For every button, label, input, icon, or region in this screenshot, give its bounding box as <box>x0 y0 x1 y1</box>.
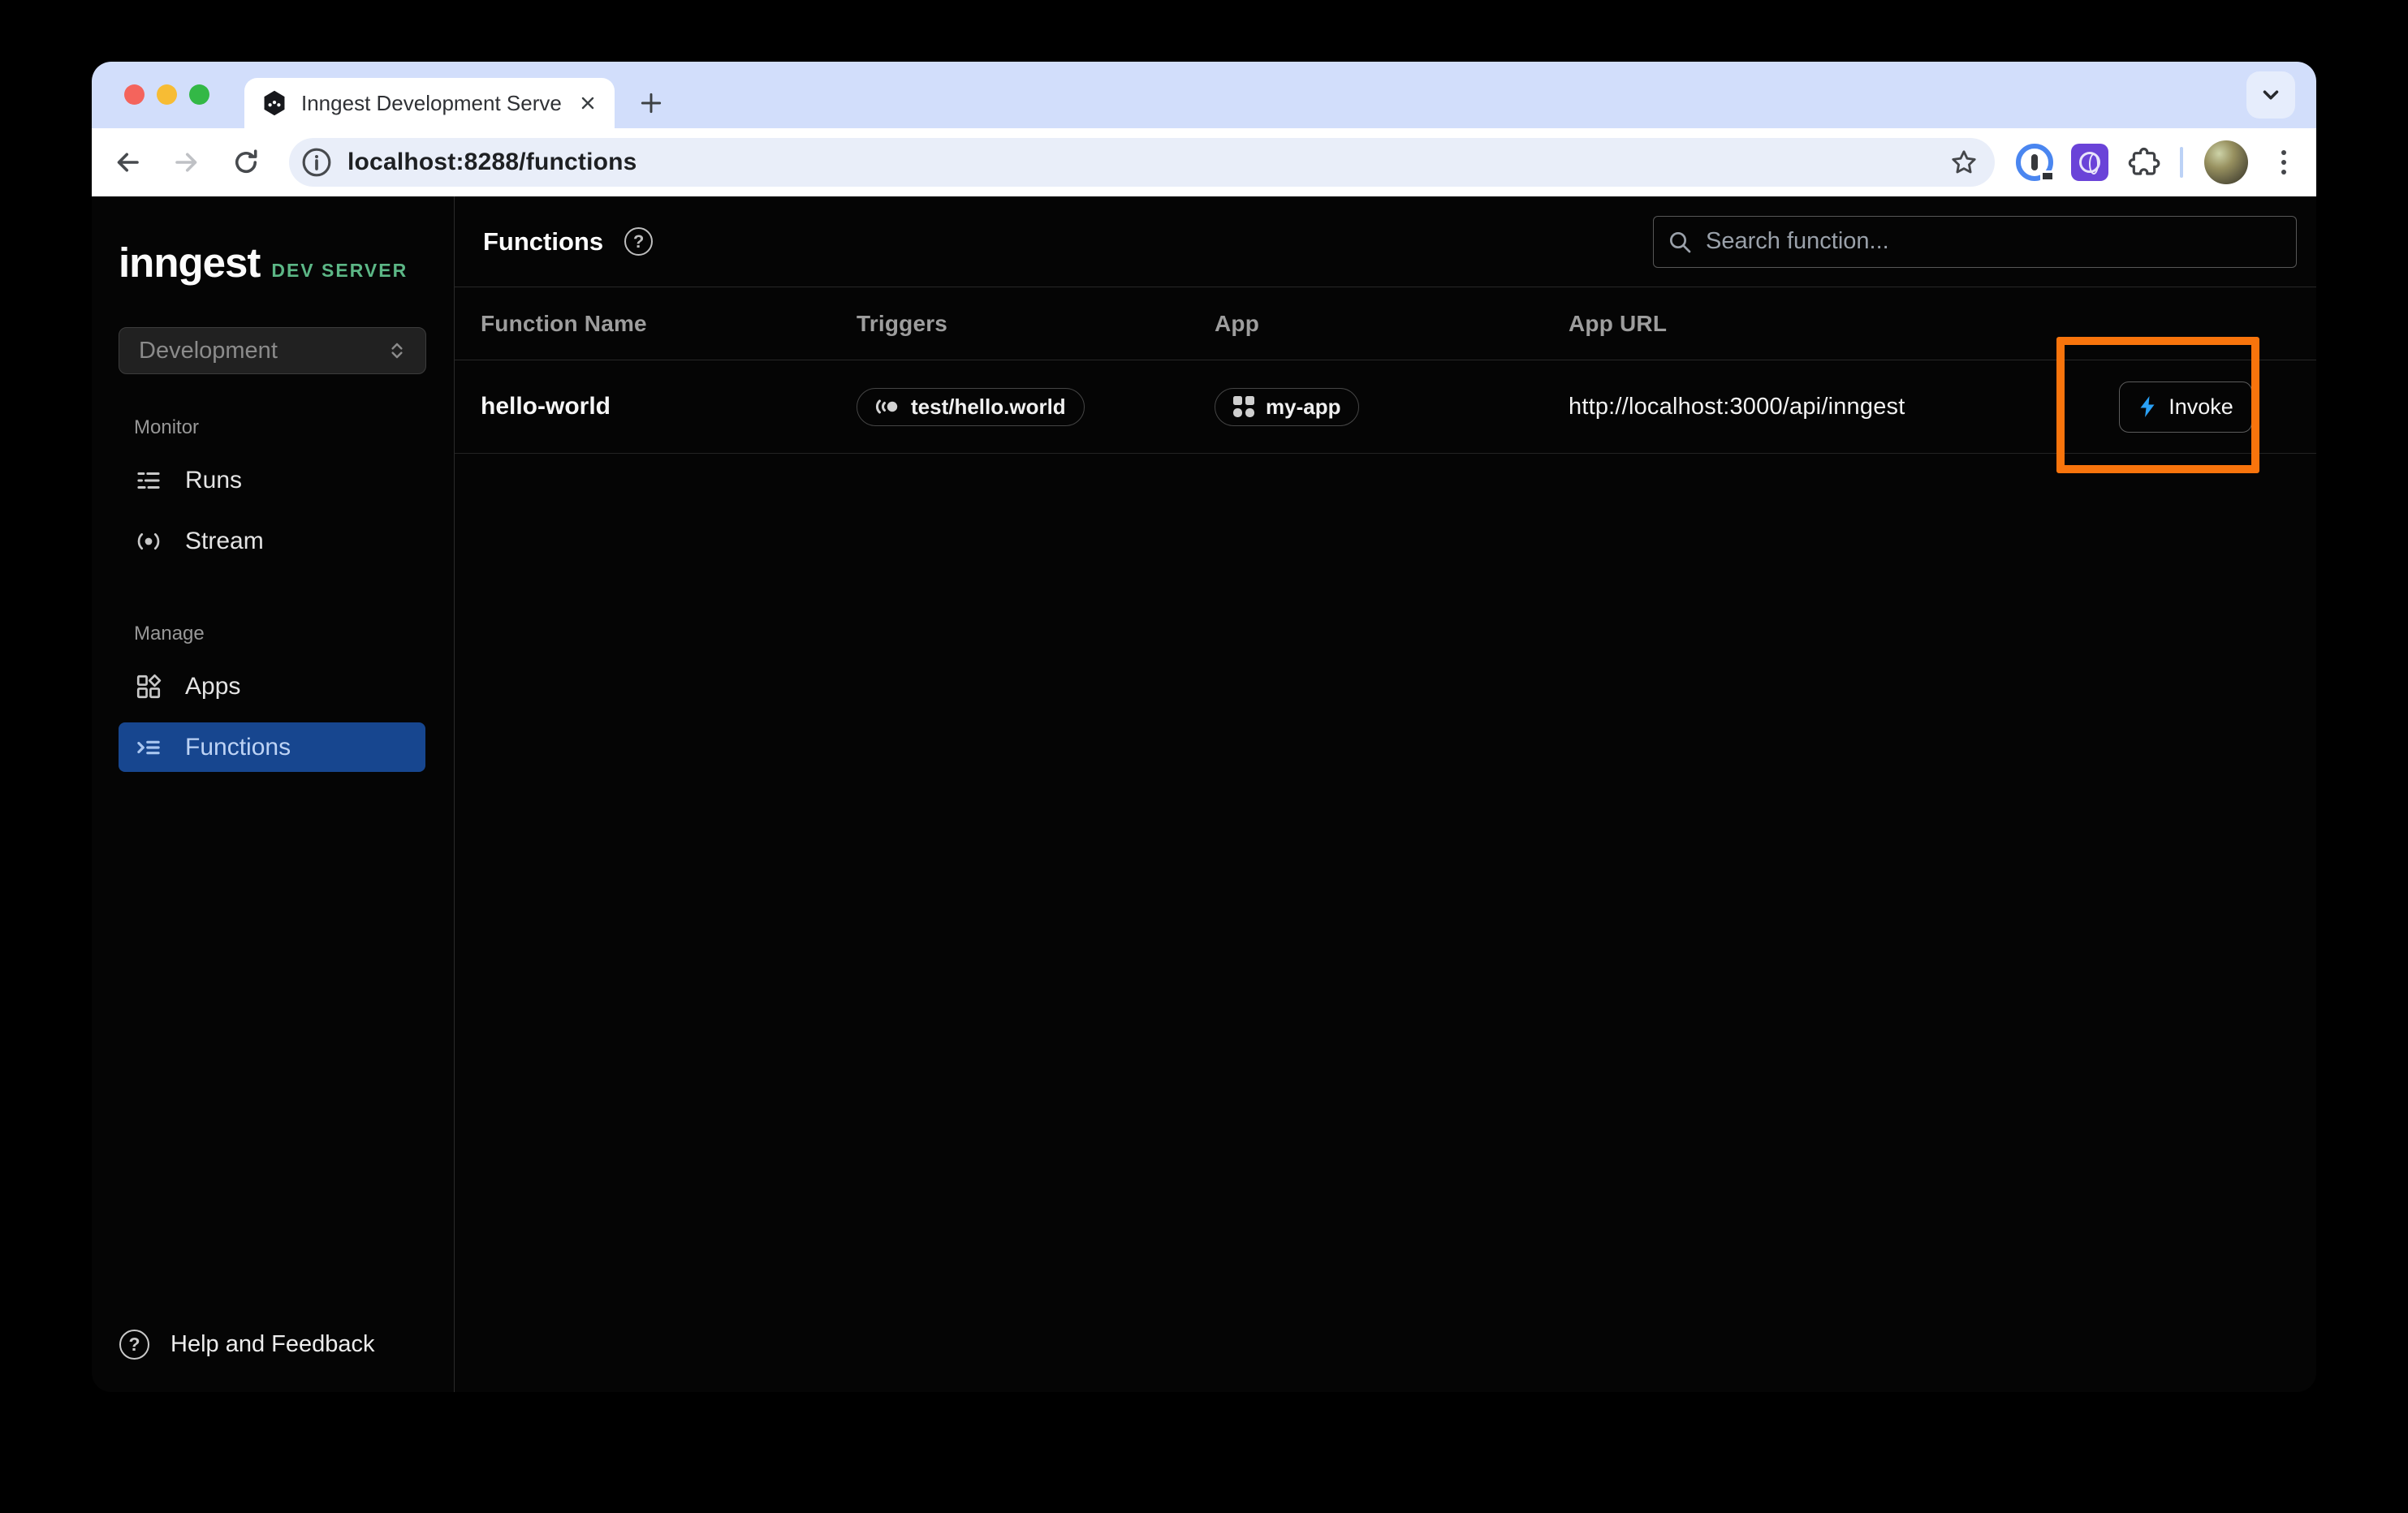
forward-button[interactable] <box>170 146 203 179</box>
lightning-bolt-icon <box>2138 395 2157 418</box>
chevron-updown-icon <box>385 338 409 363</box>
question-icon: ? <box>624 227 653 256</box>
invoke-button[interactable]: Invoke <box>2119 381 2252 433</box>
trigger-name: test/hello.world <box>911 394 1066 420</box>
tab-search-chevron-button[interactable] <box>2246 71 2295 119</box>
purple-extension-icon[interactable] <box>2071 144 2108 181</box>
back-button[interactable] <box>111 146 144 179</box>
table-row[interactable]: hello-world test/hello.world my-app <box>455 360 2316 454</box>
functions-icon <box>135 734 162 761</box>
app-url-cell: http://localhost:3000/api/inngest <box>1543 394 2093 420</box>
minimize-window-button[interactable] <box>157 84 177 105</box>
sidebar-item-apps[interactable]: Apps <box>119 662 425 711</box>
page-title: Functions <box>483 227 603 256</box>
table-header-row: Function Name Triggers App App URL <box>455 287 2316 360</box>
sidebar-item-label: Functions <box>185 734 291 761</box>
main-header: Functions ? <box>455 196 2316 287</box>
page-help-button[interactable]: ? <box>624 227 653 256</box>
sidebar-item-stream[interactable]: Stream <box>119 516 425 566</box>
help-icon: ? <box>119 1330 149 1360</box>
password-manager-extension-icon[interactable] <box>2016 144 2053 181</box>
sidebar-item-functions[interactable]: Functions <box>119 722 425 772</box>
tab-strip: Inngest Development Server <box>92 62 2316 128</box>
url-text[interactable]: localhost:8288/functions <box>347 149 1949 176</box>
app-content: inngest DEV SERVER Development Monitor R… <box>92 196 2316 1392</box>
trigger-badge: test/hello.world <box>857 388 1085 426</box>
window-controls <box>124 84 209 105</box>
column-triggers: Triggers <box>831 311 1189 337</box>
extensions-puzzle-icon[interactable] <box>2128 146 2160 179</box>
actions-cell: Invoke <box>2093 381 2316 433</box>
reload-button[interactable] <box>230 146 262 179</box>
section-label-monitor: Monitor <box>134 416 454 439</box>
app-name: my-app <box>1266 394 1340 420</box>
column-function-name: Function Name <box>455 311 831 337</box>
app-grid-icon <box>1233 396 1254 417</box>
tab-title: Inngest Development Server <box>301 91 563 116</box>
inngest-favicon-icon <box>261 89 288 117</box>
new-tab-button[interactable] <box>634 86 668 120</box>
help-and-feedback[interactable]: ? Help and Feedback <box>92 1330 454 1360</box>
tab-close-icon[interactable] <box>576 91 600 115</box>
site-info-icon[interactable] <box>300 146 333 179</box>
browser-tab[interactable]: Inngest Development Server <box>244 78 615 128</box>
environment-label: Development <box>139 338 385 364</box>
search-icon <box>1667 229 1693 255</box>
sidebar-item-label: Apps <box>185 673 240 700</box>
browser-menu-icon[interactable] <box>2269 146 2298 179</box>
inngest-logo: inngest <box>119 239 260 287</box>
app-badge: my-app <box>1215 388 1359 426</box>
search-input[interactable] <box>1706 228 2283 255</box>
logo-row: inngest DEV SERVER <box>119 239 454 287</box>
url-bar[interactable]: localhost:8288/functions <box>289 138 1995 187</box>
close-window-button[interactable] <box>124 84 145 105</box>
maximize-window-button[interactable] <box>189 84 209 105</box>
sidebar-item-label: Stream <box>185 528 264 555</box>
column-app-url: App URL <box>1543 311 2093 337</box>
column-app: App <box>1189 311 1543 337</box>
apps-icon <box>135 673 162 700</box>
main-panel: Functions ? Function Name Triggers App A… <box>455 196 2316 1392</box>
browser-window: Inngest Development Server localhost:828… <box>92 62 2316 1392</box>
app-cell: my-app <box>1189 388 1543 426</box>
invoke-label: Invoke <box>2168 394 2233 420</box>
bookmark-star-icon[interactable] <box>1949 148 1979 177</box>
stream-icon <box>135 528 162 555</box>
environment-selector[interactable]: Development <box>119 327 426 374</box>
section-label-manage: Manage <box>134 623 454 645</box>
search-box[interactable] <box>1653 216 2297 268</box>
runs-icon <box>135 467 162 494</box>
sidebar: inngest DEV SERVER Development Monitor R… <box>92 196 455 1392</box>
toolbar-separator <box>2180 147 2183 178</box>
function-name-cell[interactable]: hello-world <box>455 393 831 420</box>
triggers-cell: test/hello.world <box>831 388 1189 426</box>
dev-server-badge: DEV SERVER <box>271 260 408 282</box>
browser-toolbar: localhost:8288/functions <box>92 128 2316 196</box>
sidebar-item-label: Runs <box>185 467 242 494</box>
help-label: Help and Feedback <box>170 1331 375 1358</box>
event-trigger-icon <box>875 396 900 417</box>
profile-avatar[interactable] <box>2204 140 2248 184</box>
sidebar-item-runs[interactable]: Runs <box>119 455 425 505</box>
